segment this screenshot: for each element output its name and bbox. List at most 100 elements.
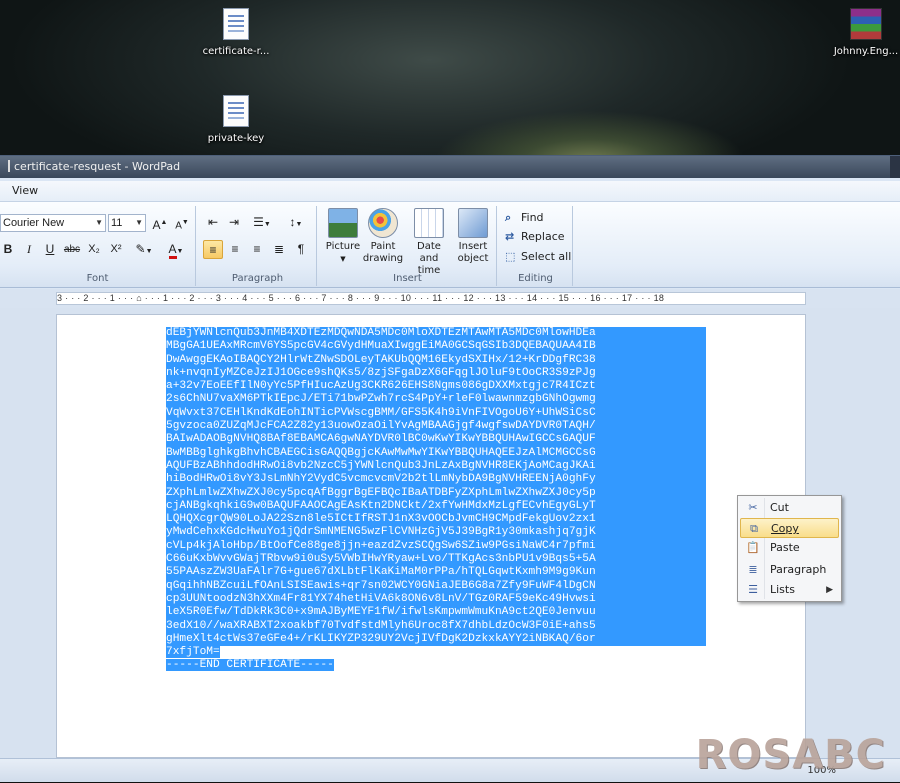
selected-text: C66uKxbWvvGWajTRbvw9i0uSy5VWbIHwYRyaw+Lv… [166,553,706,567]
document-line: dEBjYWNlcnQub3JnMB4XDTEzMDQwNDA5MDc0MloX… [166,327,706,341]
menu-item-paste[interactable]: 📋 Paste [740,538,839,558]
menu-item-paragraph[interactable]: ≣ Paragraph [740,560,839,580]
document-page[interactable]: dEBjYWNlcnQub3JnMB4XDTEzMDQwNDA5MDc0MloX… [56,314,806,758]
document-line: cVLp4kjAloHbp/BtOofCe88ge8jjn+eazdZvzSCQ… [166,539,706,554]
desktop-icon-label: private-key [207,133,265,144]
selected-text: yMwdCehxKGdcHwuYo1jQdrSmNMENG5wzFlCVNHzG… [166,526,706,540]
selected-text: LQHQXcgrQW90LoJA22Szn8le5ICtIfRSTJ1nX3vO… [166,513,706,527]
document-line: yMwdCehxKGdcHwuYo1jQdrSmNMENG5wzFlCVNHzG… [166,526,706,540]
desktop-icon-archive[interactable]: Johnny.Eng... [818,8,900,57]
selected-text: gHmeXlt4ctWs37eGFe4+/rKLIKYZP329UY2VcjIV… [166,632,706,647]
document-line: BwMBBglghkgBhvhCBAEGCisGAQQBgjcKAwMwMwYI… [166,446,706,460]
menu-item-cut[interactable]: ✂ Cut [740,498,839,518]
text-color-button[interactable]: A▼ [162,240,190,259]
document-line: -----END CERTIFICATE----- [166,659,706,672]
editing-group-label: Editing [518,273,553,284]
selected-text: 55PAAszZW3UaFAlr7G+gue67dXLbtFlKaKiMaM0r… [166,566,706,580]
strikethrough-button[interactable]: abc [62,240,82,259]
select-all-button[interactable]: ⬚ Select all [505,248,571,266]
desktop-icon-certificate-request[interactable]: certificate-r... [188,8,284,57]
align-right-icon: ≡ [253,242,261,256]
window-title: certificate-resquest - WordPad [14,160,181,173]
font-family-select[interactable]: Courier New ▼ [0,214,106,232]
menu-item-lists[interactable]: ☰ Lists ▶ [740,580,839,600]
increase-indent-button[interactable]: ⇥ [224,213,244,232]
document-line: leX5R0Efw/TdDkRk3C0+x9mAJByMEYF1fW/ifwls… [166,606,706,620]
editing-group: ⌕ Find ⇄ Replace ⬚ Select all Editing [499,206,573,286]
replace-label: Replace [521,230,565,243]
bullet-list-icon: ☰ [253,215,264,229]
selected-text: BwMBBglghkgBhvhCBAEGCisGAQQBgjcKAwMwMwYI… [166,446,706,460]
font-size-select[interactable]: 11 ▼ [108,214,146,232]
document-line: ZXphLmlwZXhwZXJ0cy5pcqAfBggrBgEFBQcIBaAT… [166,486,706,500]
select-all-icon: ⬚ [505,250,516,263]
wordpad-window: certificate-resquest - WordPad View Cour… [0,155,900,783]
insert-object-button[interactable]: Insert object [451,206,495,265]
document-line: 3edX10//waXRABXT2xoakbf70TvdfstdMlyh6Uro… [166,619,706,633]
italic-button[interactable]: I [19,240,39,259]
font-group: Courier New ▼ 11 ▼ A▲ A▼ B I U abc X₂ X² ✎… [0,206,196,286]
superscript-button[interactable]: X² [106,240,126,259]
document-line: 5gvzoca0ZUZqMJcFCA2Z82y13uowOzaOilYvAgMB… [166,420,706,434]
paragraph-group-label: Paragraph [231,273,284,284]
desktop-icon-private-key[interactable]: private-key [188,95,284,144]
document-icon [223,8,249,40]
selected-text: cjANBgkqhkiG9w0BAQUFAAOCAgEAsKtn2DNCkt/2… [166,499,706,514]
menu-item-label: Copy [771,522,799,535]
menu-item-label: Paragraph [770,563,827,576]
insert-group-label: Insert [393,273,422,284]
document-text[interactable]: dEBjYWNlcnQub3JnMB4XDTEzMDQwNDA5MDc0MloX… [166,327,706,673]
selected-text: 7xfjToM= [166,646,220,659]
find-button[interactable]: ⌕ Find [505,209,544,227]
paragraph-settings-icon: ¶ [297,242,305,256]
document-line: qGqihhNBZcuiLfOAnLSISEawis+qr7sn02WCY0GN… [166,579,706,593]
document-line: BAIwADAOBgNVHQ8BAf8EBAMCA6gwNAYDVR0lBC0w… [166,433,706,447]
ruler-ticks: 3 · · · 2 · · · 1 · · · ⌂ · · · 1 · · · … [57,293,665,303]
replace-button[interactable]: ⇄ Replace [505,228,565,246]
increase-indent-icon: ⇥ [228,215,240,229]
justify-button[interactable]: ≣ [269,240,289,259]
bold-button[interactable]: B [0,240,18,259]
shrink-font-button[interactable]: A▼ [172,213,192,232]
title-bar[interactable]: certificate-resquest - WordPad [0,156,900,178]
subscript-button[interactable]: X₂ [84,240,104,259]
underline-button[interactable]: U [40,240,60,259]
context-menu: ✂ Cut ⧉ Copy 📋 Paste ≣ Paragraph ☰ Lists ▶ [737,495,842,602]
ribbon: Courier New ▼ 11 ▼ A▲ A▼ B I U abc X₂ X² ✎… [0,202,900,288]
date-time-button[interactable]: Date and time [407,206,451,277]
highlight-color-button[interactable]: ✎▼ [130,240,158,259]
decrease-indent-button[interactable]: ⇤ [203,213,223,232]
bullets-button[interactable]: ☰▼ [247,213,277,232]
paint-drawing-label: Paint drawing [362,241,404,264]
align-right-button[interactable]: ≡ [247,240,267,259]
document-line: nk+nvqnIyMZCeJzIJ1OGce9shQKs5/8zjSFgaDzX… [166,366,706,381]
document-line: a+32v7EoEEfIlN0yYc5PfHIucAzUg3CKR626EHS8… [166,380,706,394]
menu-item-copy[interactable]: ⧉ Copy [740,518,839,538]
selected-text: leX5R0Efw/TdDkRk3C0+x9mAJByMEYF1fW/ifwls… [166,606,706,620]
paragraph-dialog-button[interactable]: ¶ [291,240,311,259]
window-controls[interactable] [890,156,900,178]
align-left-icon: ≡ [209,243,217,257]
document-line: 7xfjToM= [166,646,706,659]
grow-font-button[interactable]: A▲ [150,213,170,232]
selected-text: ZXphLmlwZXhwZXJ0cy5pcqAfBggrBgEFBQcIBaAT… [166,486,706,500]
paint-drawing-button[interactable]: Paint drawing [361,206,405,265]
grow-font-icon: A [152,218,161,232]
line-spacing-button[interactable]: ↕▼ [281,213,311,232]
selected-text: qGqihhNBZcuiLfOAnLSISEawis+qr7sn02WCY0GN… [166,579,706,593]
align-left-button[interactable]: ≡ [203,240,223,259]
selected-text: 3edX10//waXRABXT2xoakbf70TvdfstdMlyh6Uro… [166,619,706,633]
decrease-indent-icon: ⇤ [207,215,219,229]
insert-group: Picture ▼ Paint drawing Date and time Ins… [319,206,497,286]
tab-view[interactable]: View [12,184,38,197]
menu-bar: View [0,181,900,202]
calendar-icon [414,208,444,238]
ruler-scale[interactable]: 3 · · · 2 · · · 1 · · · ⌂ · · · 1 · · · … [56,292,806,305]
picture-button[interactable]: Picture ▼ [321,206,365,265]
selected-text: MBgGA1UEAxMRcmV6YS5pcGV4cGVydHMuaXIwggEi… [166,340,706,354]
selected-text: DwAwggEKAoIBAQCY2HlrWtZNwSDOLeyTAKUbQQM1… [166,353,706,367]
document-line: gHmeXlt4ctWs37eGFe4+/rKLIKYZP329UY2VcjIV… [166,632,706,647]
align-center-button[interactable]: ≡ [225,240,245,259]
document-line: cp3UUNtoodzN3hXXm4Fr81YX74hetHiVA6k8ON6v… [166,592,706,607]
document-line: 55PAAszZW3UaFAlr7G+gue67dXLbtFlKaKiMaM0r… [166,566,706,580]
